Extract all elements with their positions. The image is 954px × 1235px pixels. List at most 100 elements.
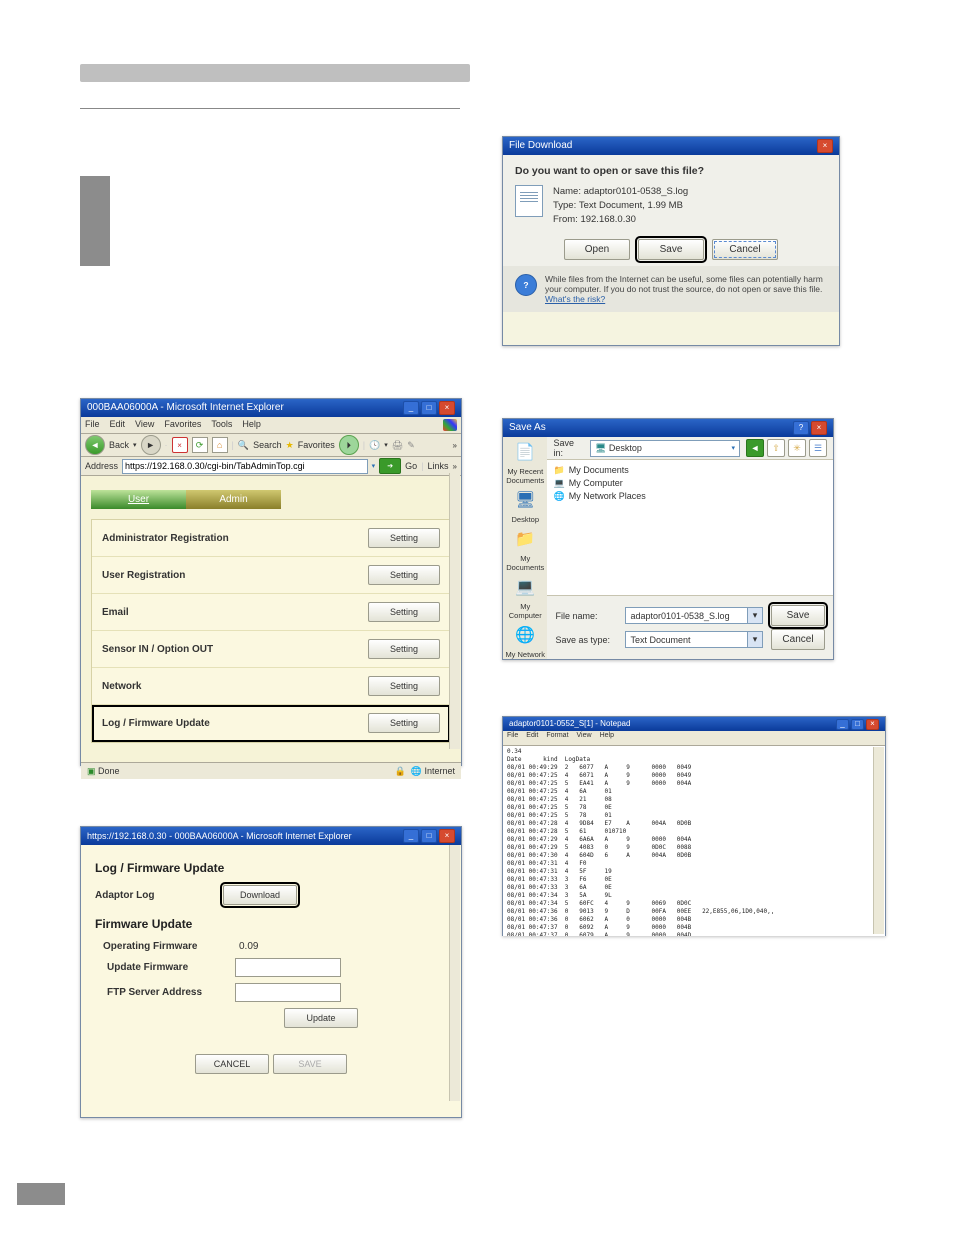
- dialog-buttons: CANCEL SAVE: [95, 1054, 447, 1074]
- setting-button[interactable]: Setting: [368, 528, 440, 548]
- tab-admin[interactable]: Admin: [186, 490, 281, 509]
- save-button[interactable]: Save: [638, 239, 704, 260]
- refresh-icon: ⟳: [196, 440, 204, 451]
- ie-statusbar: ▣ Done 🔒 🌐 Internet: [81, 762, 461, 779]
- ie-addressbar: Address ▾ ➔ Go | Links »: [81, 457, 461, 476]
- my-computer-icon[interactable]: 💻: [509, 576, 541, 598]
- row-email: Email Setting: [92, 594, 450, 631]
- back-label: Back: [109, 440, 129, 450]
- mail-dropdown-icon[interactable]: ▾: [384, 441, 388, 449]
- ftp-addr-label: FTP Server Address: [95, 987, 227, 998]
- close-button[interactable]: ×: [811, 421, 827, 435]
- list-item[interactable]: 📁My Documents: [553, 464, 827, 477]
- menu-format[interactable]: Format: [546, 732, 568, 744]
- desktop-icon[interactable]: 🖥: [509, 489, 541, 511]
- menu-view[interactable]: View: [577, 732, 592, 744]
- cancel-button[interactable]: Cancel: [771, 629, 825, 650]
- update-firmware-input[interactable]: [235, 958, 341, 977]
- maximize-button[interactable]: □: [421, 401, 437, 415]
- menu-file[interactable]: File: [507, 732, 518, 744]
- toolbar-overflow-icon[interactable]: »: [453, 441, 457, 450]
- forward-button[interactable]: ►: [141, 435, 161, 455]
- list-item[interactable]: 🌐My Network Places: [553, 490, 827, 503]
- tab-user[interactable]: User: [91, 490, 186, 509]
- filename-dropdown-icon[interactable]: ▾: [747, 608, 762, 623]
- history-icon[interactable]: 🕓: [369, 440, 380, 451]
- address-input[interactable]: [122, 459, 368, 474]
- minimize-button[interactable]: _: [403, 829, 419, 843]
- media-button[interactable]: ⏵: [339, 435, 359, 455]
- filename-combo[interactable]: adaptor0101-0538_S.log ▾: [625, 607, 763, 624]
- status-done: Done: [98, 766, 120, 776]
- menu-view[interactable]: View: [135, 419, 154, 431]
- go-button[interactable]: ➔: [379, 458, 401, 474]
- row-sensor-option: Sensor IN / Option OUT Setting: [92, 631, 450, 668]
- log-firmware-heading: Log / Firmware Update: [95, 861, 447, 875]
- search-icon: 🔍: [238, 440, 249, 451]
- nav-views-icon[interactable]: ☰: [809, 439, 827, 457]
- menu-tools[interactable]: Tools: [211, 419, 232, 431]
- ie-title: 000BAA06000A - Microsoft Internet Explor…: [87, 399, 284, 417]
- home-button[interactable]: ⌂: [212, 437, 228, 453]
- back-dropdown-icon[interactable]: ▾: [133, 441, 137, 449]
- close-button[interactable]: ×: [866, 719, 879, 730]
- ie-scrollbar[interactable]: [449, 473, 460, 749]
- close-button[interactable]: ×: [439, 401, 455, 415]
- cancel-button[interactable]: Cancel: [712, 239, 778, 260]
- save-button[interactable]: Save: [771, 605, 825, 626]
- print-icon[interactable]: 🖨: [392, 440, 403, 451]
- edit-icon[interactable]: ✎: [407, 440, 415, 451]
- close-button[interactable]: ×: [817, 139, 833, 153]
- savetype-dropdown-icon[interactable]: ▾: [747, 632, 762, 647]
- links-overflow-icon[interactable]: »: [453, 462, 457, 471]
- maximize-button[interactable]: □: [421, 829, 437, 843]
- my-documents-icon[interactable]: 📁: [509, 528, 541, 550]
- dlg-info: Name: adaptor0101-0538_S.log Type: Text …: [515, 185, 827, 227]
- whats-the-risk-link[interactable]: What's the risk?: [545, 294, 605, 304]
- menu-edit[interactable]: Edit: [110, 419, 126, 431]
- setting-button[interactable]: Setting: [368, 565, 440, 585]
- maximize-button[interactable]: □: [851, 719, 864, 730]
- update-button[interactable]: Update: [284, 1008, 358, 1028]
- savein-dropdown-icon[interactable]: ▾: [731, 444, 735, 452]
- menu-edit[interactable]: Edit: [526, 732, 538, 744]
- recent-documents-icon[interactable]: 📄: [509, 441, 541, 463]
- folder-list[interactable]: 📁My Documents 💻My Computer 🌐My Network P…: [547, 460, 833, 596]
- favorites-label[interactable]: Favorites: [298, 440, 335, 450]
- np-scrollbar[interactable]: [873, 747, 884, 934]
- cancel-button[interactable]: CANCEL: [195, 1054, 269, 1074]
- refresh-button[interactable]: ⟳: [192, 437, 208, 453]
- menu-file[interactable]: File: [85, 419, 100, 431]
- setting-button[interactable]: Setting: [368, 602, 440, 622]
- setting-button[interactable]: Setting: [368, 713, 440, 733]
- name-value: adaptor0101-0538_S.log: [584, 186, 689, 197]
- nav-newfolder-icon[interactable]: ✳: [788, 439, 806, 457]
- notepad-text[interactable]: 0.34 Date kind LogData 08/01 00:49:29 2 …: [503, 746, 885, 936]
- menu-help[interactable]: Help: [600, 732, 614, 744]
- menu-help[interactable]: Help: [242, 419, 261, 431]
- setting-button[interactable]: Setting: [368, 676, 440, 696]
- back-button[interactable]: ◄: [85, 435, 105, 455]
- help-button[interactable]: ?: [793, 421, 809, 435]
- close-button[interactable]: ×: [439, 829, 455, 843]
- nav-up-icon[interactable]: ⇧: [767, 439, 785, 457]
- my-network-icon[interactable]: 🌐: [509, 624, 541, 646]
- menu-favorites[interactable]: Favorites: [164, 419, 201, 431]
- list-item[interactable]: 💻My Computer: [553, 477, 827, 490]
- savetype-combo[interactable]: Text Document ▾: [625, 631, 763, 648]
- links-label[interactable]: Links: [428, 461, 449, 471]
- minimize-button[interactable]: _: [403, 401, 419, 415]
- save-button[interactable]: SAVE: [273, 1054, 347, 1074]
- open-button[interactable]: Open: [564, 239, 630, 260]
- savein-combo[interactable]: 🖥 Desktop ▾: [590, 440, 740, 457]
- nav-back-icon[interactable]: ◄: [746, 439, 764, 457]
- ftp-address-input[interactable]: [235, 983, 341, 1002]
- download-button[interactable]: Download: [223, 885, 297, 905]
- address-dropdown-icon[interactable]: ▾: [372, 462, 376, 470]
- setting-button[interactable]: Setting: [368, 639, 440, 659]
- dlg-title: File Download: [509, 137, 572, 155]
- stop-button[interactable]: ×: [172, 437, 188, 453]
- minimize-button[interactable]: _: [836, 719, 849, 730]
- fw-scrollbar[interactable]: [449, 845, 460, 1101]
- search-label[interactable]: Search: [253, 440, 282, 450]
